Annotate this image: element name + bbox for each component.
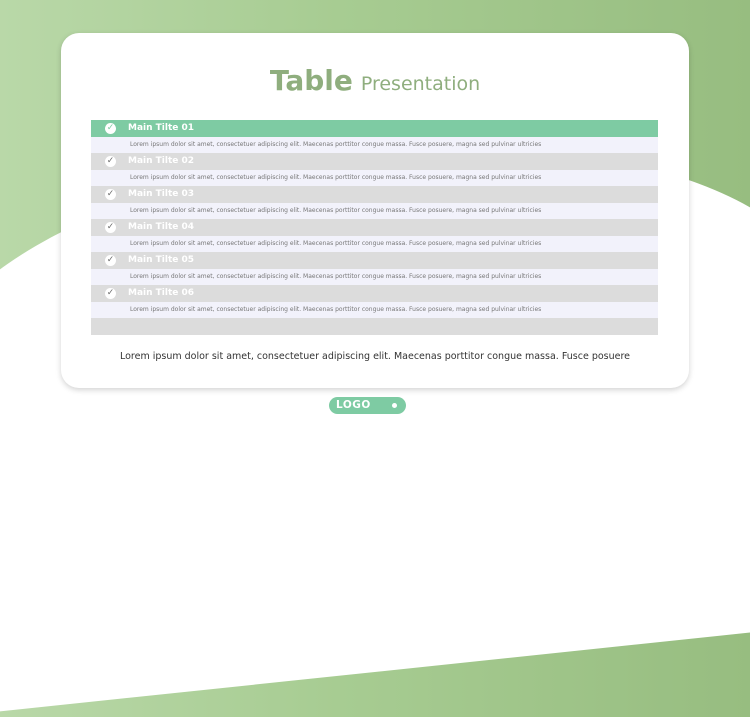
row-title: Main Tilte 01 xyxy=(128,123,195,133)
check-circle-icon: ✓ xyxy=(105,255,116,266)
footer-caption: Lorem ipsum dolor sit amet, consectetuer… xyxy=(119,351,631,362)
logo-badge: LOGO xyxy=(329,397,406,414)
table-row-body: Lorem ipsum dolor sit amet, consectetuer… xyxy=(91,203,658,219)
row-title: Main Tilte 03 xyxy=(128,189,195,199)
data-table: ✓ Main Tilte 01 Lorem ipsum dolor sit am… xyxy=(91,120,658,335)
table-row-body: Lorem ipsum dolor sit amet, consectetuer… xyxy=(91,137,658,153)
check-circle-icon: ✓ xyxy=(105,222,116,233)
row-text: Lorem ipsum dolor sit amet, consectetuer… xyxy=(130,207,542,214)
row-text: Lorem ipsum dolor sit amet, consectetuer… xyxy=(130,141,542,148)
table-row-body: Lorem ipsum dolor sit amet, consectetuer… xyxy=(91,236,658,252)
table-row-header: ✓ Main Tilte 01 xyxy=(91,120,658,137)
check-circle-icon: ✓ xyxy=(105,123,116,134)
logo-label: LOGO xyxy=(336,399,371,411)
dot-icon xyxy=(392,403,397,408)
row-title: Main Tilte 05 xyxy=(128,255,195,265)
row-text: Lorem ipsum dolor sit amet, consectetuer… xyxy=(130,306,542,313)
table-row-footer xyxy=(91,318,658,335)
row-title: Main Tilte 02 xyxy=(128,156,195,166)
table-row-header: ✓ Main Tilte 04 xyxy=(91,219,658,236)
row-text: Lorem ipsum dolor sit amet, consectetuer… xyxy=(130,240,542,247)
table-row-header: ✓ Main Tilte 06 xyxy=(91,285,658,302)
row-title: Main Tilte 06 xyxy=(128,288,195,298)
table-row-header: ✓ Main Tilte 05 xyxy=(91,252,658,269)
check-circle-icon: ✓ xyxy=(105,189,116,200)
check-circle-icon: ✓ xyxy=(105,156,116,167)
table-row-header: ✓ Main Tilte 03 xyxy=(91,186,658,203)
title-sub: Presentation xyxy=(360,73,481,95)
title-main: Table xyxy=(269,64,353,97)
table-row-body: Lorem ipsum dolor sit amet, consectetuer… xyxy=(91,170,658,186)
row-title: Main Tilte 04 xyxy=(128,222,195,232)
page-title: Table Presentation xyxy=(0,64,750,97)
row-text: Lorem ipsum dolor sit amet, consectetuer… xyxy=(130,273,542,280)
table-row-header: ✓ Main Tilte 02 xyxy=(91,153,658,170)
table-row-body: Lorem ipsum dolor sit amet, consectetuer… xyxy=(91,269,658,285)
table-row-body: Lorem ipsum dolor sit amet, consectetuer… xyxy=(91,302,658,318)
row-text: Lorem ipsum dolor sit amet, consectetuer… xyxy=(130,174,542,181)
check-circle-icon: ✓ xyxy=(105,288,116,299)
